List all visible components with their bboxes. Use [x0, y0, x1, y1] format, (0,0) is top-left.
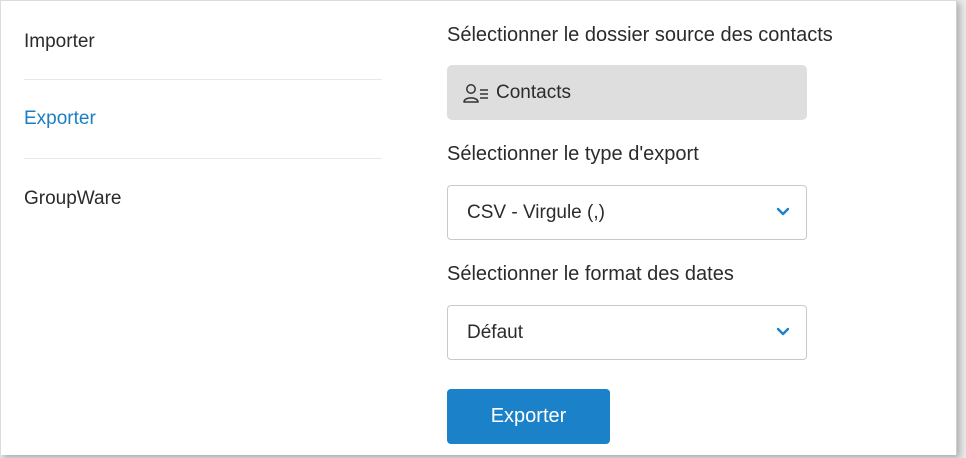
- export-type-value: CSV - Virgule (,): [467, 201, 605, 223]
- source-folder-field[interactable]: Contacts: [447, 65, 807, 120]
- source-folder-value: Contacts: [496, 81, 571, 103]
- chevron-down-icon: [776, 207, 790, 216]
- sidebar-item-importer[interactable]: Importer: [24, 31, 382, 53]
- export-type-label: Sélectionner le type d'export: [447, 143, 699, 165]
- date-format-select[interactable]: Défaut: [447, 305, 807, 360]
- sidebar: Importer Exporter GroupWare: [1, 1, 401, 455]
- export-type-select[interactable]: CSV - Virgule (,): [447, 185, 807, 240]
- export-button[interactable]: Exporter: [447, 389, 610, 444]
- chevron-down-icon: [776, 327, 790, 336]
- source-folder-label: Sélectionner le dossier source des conta…: [447, 24, 833, 46]
- contact-list-icon: [462, 82, 490, 104]
- sidebar-item-exporter[interactable]: Exporter: [24, 108, 382, 130]
- date-format-value: Défaut: [467, 321, 523, 343]
- sidebar-divider: [24, 79, 382, 80]
- date-format-label: Sélectionner le format des dates: [447, 263, 734, 285]
- export-panel: Importer Exporter GroupWare Sélectionner…: [0, 0, 957, 455]
- sidebar-divider: [24, 158, 382, 159]
- sidebar-item-groupware[interactable]: GroupWare: [24, 188, 382, 210]
